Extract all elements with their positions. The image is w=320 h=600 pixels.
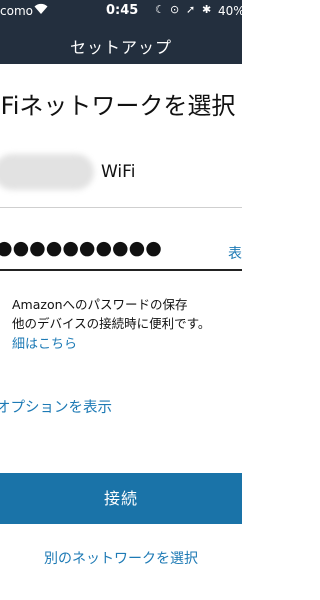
choose-other-network-link[interactable]: 別のネットワークを選択 xyxy=(0,548,242,568)
show-password-link[interactable]: 表 xyxy=(228,243,242,263)
clock: 0:45 xyxy=(106,3,139,18)
nav-bar: セットアップ xyxy=(0,22,242,64)
password-value[interactable]: ●●●●●●●●●● xyxy=(0,237,162,259)
bluetooth-icon: ✱ xyxy=(202,3,212,16)
save-password-info: Amazonへのパスワードの保存 他のデバイスの接続時に便利です。 xyxy=(12,295,210,333)
selected-network-row[interactable]: WiFi xyxy=(0,140,242,202)
divider xyxy=(0,207,242,208)
advanced-options-link[interactable]: オプションを表示 xyxy=(0,396,112,417)
rotation-lock-icon: ⊙ xyxy=(170,3,180,16)
network-name: WiFi xyxy=(101,162,136,182)
page-title: セットアップ xyxy=(69,38,172,57)
section-heading: -Fiネットワークを選択 xyxy=(0,92,236,120)
location-icon: ➚ xyxy=(186,3,196,16)
battery-percentage: 40% xyxy=(218,4,245,18)
details-link[interactable]: 細はこちら xyxy=(12,333,77,352)
do-not-disturb-icon: ☾ xyxy=(155,3,165,16)
connect-button[interactable]: 接続 xyxy=(0,473,242,524)
network-name-blurred xyxy=(0,154,94,190)
info-line-1: Amazonへのパスワードの保存 xyxy=(12,297,188,312)
info-line-2: 他のデバイスの接続時に便利です。 xyxy=(12,316,211,331)
status-bar: como 0:45 ☾ ⊙ ➚ ✱ 40% xyxy=(0,0,245,22)
password-underline xyxy=(0,269,242,271)
password-field[interactable]: ●●●●●●●●●● 表 xyxy=(0,235,242,271)
wifi-icon xyxy=(34,3,48,15)
carrier-label: como xyxy=(0,4,33,18)
